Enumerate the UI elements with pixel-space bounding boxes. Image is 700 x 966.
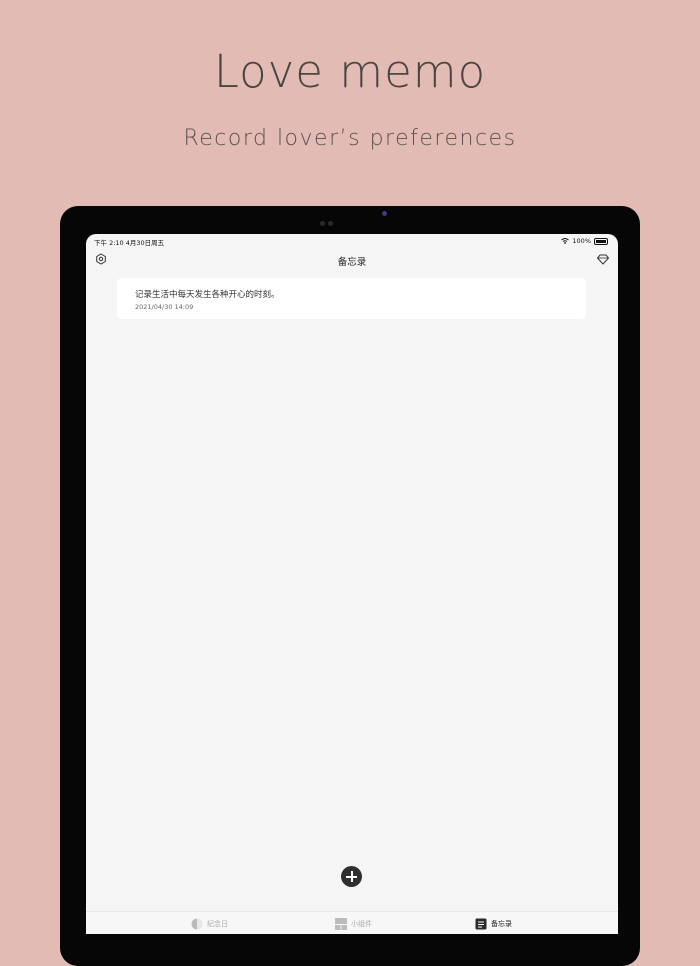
status-right: 100% (561, 237, 608, 245)
promo-subtitle: Record lover’s preferences (183, 126, 517, 151)
widget-icon (335, 918, 347, 930)
anniversary-icon (191, 918, 203, 930)
tab-memo[interactable]: 备忘录 (475, 918, 512, 930)
memo-card[interactable]: 记录生活中每天发生各种开心的时刻。 2021/04/30 14:09 (117, 278, 586, 319)
tab-widgets[interactable]: 小组件 (335, 918, 372, 930)
memo-date: 2021/04/30 14:09 (135, 303, 194, 311)
status-time-date: 下午 2:10 4月30日周五 (94, 239, 165, 247)
tab-label: 小组件 (351, 920, 372, 928)
promo-title: Love memo (213, 45, 487, 98)
tab-anniversary[interactable]: 纪念日 (191, 918, 228, 930)
sensor-dots (320, 211, 336, 230)
tab-label: 备忘录 (491, 920, 512, 928)
diamond-icon[interactable] (597, 253, 609, 265)
status-bar: 下午 2:10 4月30日周五 100% (94, 237, 608, 247)
tab-label: 纪念日 (207, 920, 228, 928)
front-camera (382, 211, 387, 216)
add-memo-button[interactable] (341, 866, 362, 887)
tab-bar: 纪念日 小组件 备忘录 (86, 911, 618, 934)
memo-icon (475, 918, 487, 930)
battery-percent: 100% (572, 237, 591, 245)
nav-bar: 备忘录 (86, 252, 618, 268)
battery-icon (594, 237, 608, 245)
page-title: 备忘录 (337, 257, 367, 268)
tablet-frame: 下午 2:10 4月30日周五 100% 备忘录 记录生活中每天发生各种开心的时… (60, 206, 640, 966)
memo-text: 记录生活中每天发生各种开心的时刻。 (135, 290, 280, 300)
app-screen: 下午 2:10 4月30日周五 100% 备忘录 记录生活中每天发生各种开心的时… (86, 234, 618, 934)
wifi-icon (561, 238, 570, 244)
